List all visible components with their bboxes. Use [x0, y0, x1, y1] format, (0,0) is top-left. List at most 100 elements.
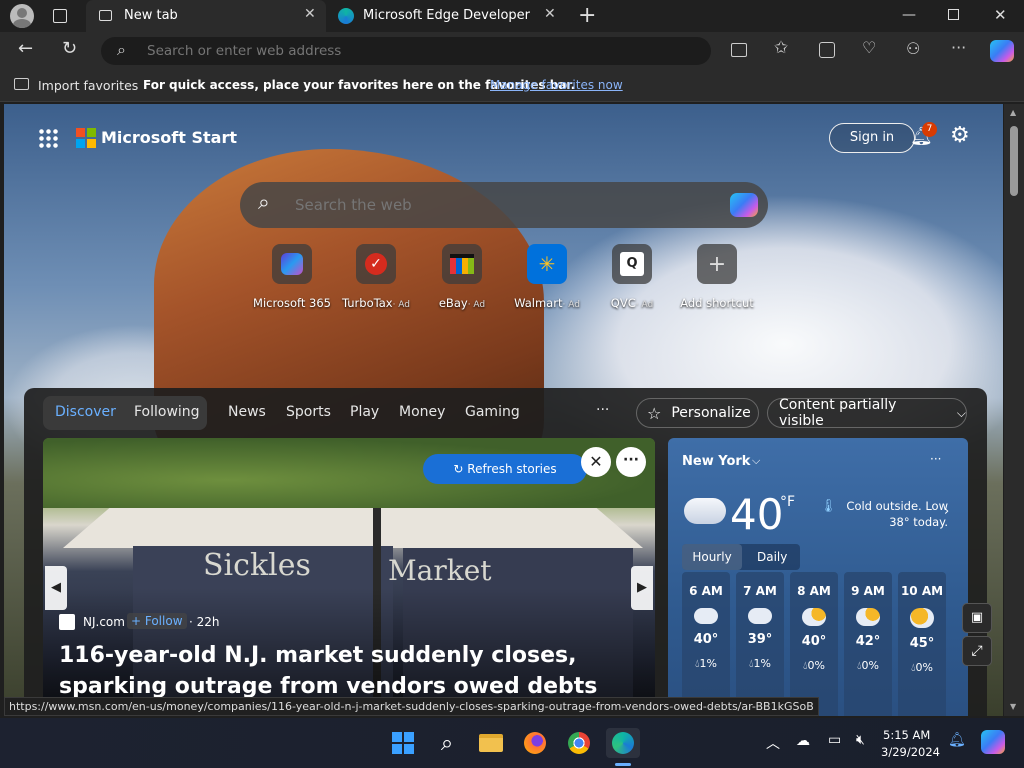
apps-launcher-icon[interactable] [38, 128, 58, 148]
shortcut-ebay[interactable]: eBay· Ad [422, 244, 502, 310]
content-visibility-dropdown[interactable]: Content partially visible ⌵ [767, 397, 967, 429]
personalize-button[interactable]: ☆ Personalize [636, 398, 759, 428]
tab-actions-icon[interactable] [53, 9, 67, 23]
back-icon[interactable]: ← [18, 38, 33, 59]
hourly-forecast-item[interactable]: 9 AM 42° 💧︎0% [844, 572, 892, 716]
chevron-down-icon[interactable]: ⌵ [752, 454, 760, 468]
close-tab-icon[interactable]: ✕ [544, 6, 556, 22]
tab-following[interactable]: Following [134, 404, 200, 420]
tab-sports[interactable]: Sports [286, 404, 331, 420]
close-tab-icon[interactable]: ✕ [304, 6, 316, 22]
new-tab-button[interactable]: + [578, 3, 596, 28]
add-shortcut-button[interactable]: + Add shortcut [677, 244, 757, 310]
hero-story-card[interactable]: Sickles Market ↻ Refresh stories ✕ ··· ◀… [43, 438, 655, 716]
hourly-forecast-item[interactable]: 6 AM 40° 💧︎1% [682, 572, 730, 716]
weather-location[interactable]: New York [682, 454, 750, 469]
browser-essentials-icon[interactable]: ♡ [862, 38, 876, 57]
tab-money[interactable]: Money [399, 404, 445, 420]
card-more-options-button[interactable]: ··· [616, 447, 646, 477]
source-name[interactable]: NJ.com [83, 615, 125, 629]
manage-favorites-link[interactable]: Manage favorites now [490, 78, 623, 92]
shortcut-walmart[interactable]: ✳ Walmart· Ad [507, 244, 587, 310]
ebay-icon [450, 254, 474, 274]
shortcut-qvc[interactable]: Q QVC· Ad [592, 244, 672, 310]
chevron-right-icon[interactable]: › [944, 504, 949, 519]
edge-icon[interactable] [606, 728, 640, 758]
microsoft-logo [76, 128, 96, 148]
restore-icon[interactable] [948, 9, 959, 20]
refresh-label: Refresh stories [467, 462, 557, 476]
tab-discover[interactable]: Discover [55, 404, 116, 420]
shortcut-label: QVC [610, 296, 636, 310]
refresh-stories-button[interactable]: ↻ Refresh stories [423, 454, 587, 484]
edge-icon [338, 8, 354, 24]
volume-muted-icon[interactable]: 🔇︎ [856, 732, 865, 748]
tab-news[interactable]: News [228, 404, 266, 420]
follow-button[interactable]: + Follow [127, 613, 187, 629]
scroll-up-icon[interactable]: ▲ [1010, 108, 1016, 117]
settings-gear-icon[interactable]: ⚙ [950, 123, 970, 148]
copilot-preview-icon[interactable] [981, 730, 1005, 754]
display-icon[interactable]: ▭ [828, 732, 841, 748]
address-input[interactable] [147, 41, 627, 61]
page-scrollbar[interactable]: ▲ ▼ [1004, 104, 1024, 716]
active-app-indicator [615, 763, 631, 766]
search-icon[interactable]: ⌕ [432, 728, 462, 758]
expand-icon[interactable]: ⤢ [962, 636, 992, 666]
shortcut-turbotax[interactable]: ✓ TurboTax· Ad [336, 244, 416, 310]
tab-new-tab[interactable]: New tab ✕ [86, 0, 326, 32]
story-headline[interactable]: 116-year-old N.J. market suddenly closes… [59, 640, 639, 702]
favorites-icon[interactable]: ✩ [774, 38, 788, 58]
scrollbar-thumb[interactable] [1010, 126, 1018, 196]
windows-start-icon[interactable] [388, 728, 418, 758]
shortcut-label: Add shortcut [680, 296, 754, 310]
shortcut-label: TurboTax [341, 296, 393, 310]
more-tabs-icon[interactable]: ··· [596, 402, 609, 418]
web-search-input[interactable] [295, 194, 695, 216]
copilot-icon[interactable] [990, 40, 1014, 62]
profile-avatar[interactable] [10, 4, 34, 28]
chrome-icon[interactable] [564, 728, 594, 758]
address-bar[interactable]: ⌕ [101, 37, 711, 65]
carousel-next-button[interactable]: ▶ [631, 566, 653, 610]
minimize-icon[interactable]: — [902, 7, 916, 23]
collections-icon[interactable] [819, 42, 835, 58]
tab-edge-developer[interactable]: Microsoft Edge Developer ✕ [330, 0, 570, 32]
tab-gaming[interactable]: Gaming [465, 404, 520, 420]
image-info-button[interactable]: ▣ [962, 603, 992, 633]
sign-in-button[interactable]: Sign in [829, 123, 915, 153]
shortcut-microsoft-365[interactable]: Microsoft 365 [252, 244, 332, 310]
hourly-forecast-item[interactable]: 7 AM 39° 💧︎1% [736, 572, 784, 716]
import-favorites-button[interactable]: Import favorites [38, 78, 138, 93]
more-menu-icon[interactable]: ··· [951, 38, 966, 57]
weather-card[interactable]: New York ⌵ ··· 40 °F 🌡︎ Cold outside. Lo… [668, 438, 968, 716]
copilot-icon[interactable] [730, 193, 758, 217]
sparkle-star-icon: ☆ [647, 403, 662, 423]
weather-more-icon[interactable]: ··· [930, 452, 941, 466]
scroll-down-icon[interactable]: ▼ [1010, 702, 1016, 711]
notification-bell-icon[interactable]: 🔔︎ [948, 732, 966, 748]
search-icon: ⌕ [117, 40, 126, 59]
tab-strip: New tab ✕ Microsoft Edge Developer ✕ + —… [0, 0, 1024, 32]
clock-time[interactable]: 5:15 AM [883, 728, 930, 742]
hourly-forecast-item[interactable]: 10 AM 45° 💧︎0% [898, 572, 946, 716]
tab-daily[interactable]: Daily [757, 550, 787, 564]
firefox-icon[interactable] [520, 728, 550, 758]
onedrive-icon[interactable]: ☁ [796, 733, 810, 749]
refresh-icon[interactable]: ↻ [62, 38, 77, 59]
current-temperature: 40 [730, 490, 784, 539]
dismiss-refresh-button[interactable]: ✕ [581, 447, 611, 477]
web-search-box[interactable]: ⌕ [240, 182, 768, 228]
tab-hourly[interactable]: Hourly [682, 544, 742, 570]
tab-play[interactable]: Play [350, 404, 379, 420]
file-explorer-icon[interactable] [476, 728, 506, 758]
favorites-bar: Import favorites For quick access, place… [0, 70, 1024, 102]
extensions-icon[interactable]: ⚇ [906, 39, 920, 58]
clock-date[interactable]: 3/29/2024 [881, 745, 940, 759]
chevron-up-icon[interactable]: ︿ [766, 733, 780, 753]
carousel-prev-button[interactable]: ◀ [45, 566, 67, 610]
split-screen-icon[interactable] [731, 43, 747, 57]
brand-title: Microsoft Start [101, 128, 237, 147]
hourly-forecast-item[interactable]: 8 AM 40° 💧︎0% [790, 572, 838, 716]
close-window-icon[interactable]: ✕ [994, 6, 1007, 24]
